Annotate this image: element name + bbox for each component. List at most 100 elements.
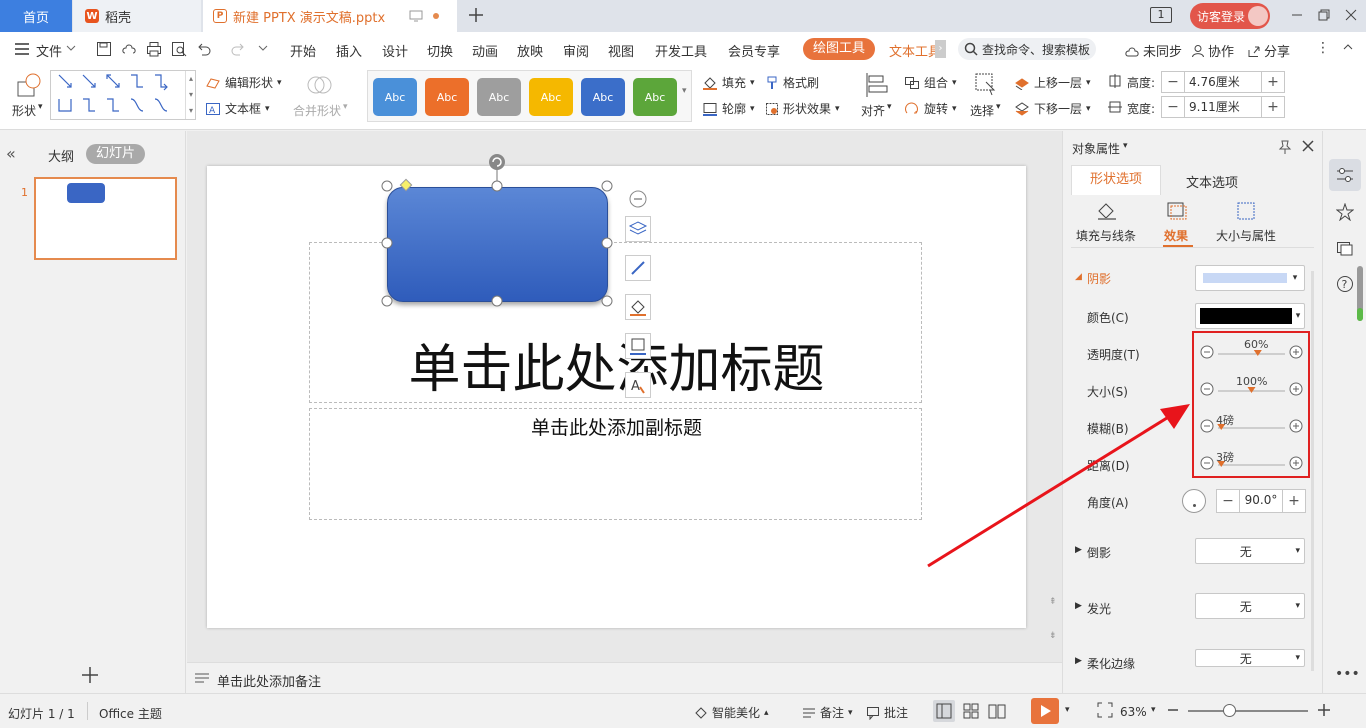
select-label[interactable]: 选择 — [970, 102, 994, 119]
fill-line-icon[interactable] — [1096, 201, 1118, 221]
height-plus-button[interactable]: + — [1262, 74, 1284, 90]
menu-review[interactable]: 审阅 — [563, 41, 589, 60]
menu-text-tools[interactable]: 文本工具 — [889, 41, 941, 60]
fill-quick-button[interactable] — [625, 294, 651, 320]
restore-icon[interactable] — [1317, 8, 1331, 22]
save-icon[interactable] — [96, 41, 112, 57]
shape-dropdown-icon[interactable]: ▾ — [38, 102, 43, 112]
edit-shape-button[interactable]: 编辑形状 ▾ — [205, 74, 282, 91]
redo-icon[interactable] — [230, 41, 246, 57]
chevron-down-icon[interactable] — [66, 42, 76, 54]
panel-title[interactable]: 对象属性 — [1072, 140, 1120, 157]
scroll-right-icon[interactable]: › — [935, 40, 946, 58]
shadow-preset-dropdown[interactable]: ▾ — [1195, 265, 1305, 291]
pin-icon[interactable] — [1278, 139, 1292, 155]
angle-value[interactable]: 90.0° — [1239, 490, 1283, 512]
play-slideshow-button[interactable] — [1031, 698, 1059, 724]
zoom-level[interactable]: 63% — [1120, 705, 1147, 719]
slide-thumbnail[interactable] — [34, 177, 177, 260]
style-swatch-5[interactable]: Abc — [581, 78, 625, 116]
share-button[interactable]: 分享 — [1247, 41, 1290, 60]
zoom-slider-track[interactable] — [1188, 710, 1308, 712]
size-property-icon[interactable] — [1236, 201, 1258, 221]
menu-insert[interactable]: 插入 — [336, 41, 362, 60]
reading-view-button[interactable] — [986, 700, 1008, 722]
page-badge[interactable]: 1 — [1150, 7, 1172, 23]
close-panel-icon[interactable] — [1302, 140, 1314, 152]
subtitle-placeholder[interactable]: 单击此处添加副标题 — [309, 408, 922, 520]
menu-slideshow[interactable]: 放映 — [517, 41, 543, 60]
comments-button[interactable]: 批注 — [866, 704, 908, 721]
zoom-in-icon[interactable] — [1316, 702, 1332, 718]
notes-toggle-button[interactable]: 备注 ▾ — [802, 704, 853, 721]
chevron-down-icon[interactable]: ▾ — [1123, 141, 1128, 151]
menu-file[interactable]: 文件 — [36, 41, 62, 60]
fit-window-icon[interactable] — [1097, 702, 1113, 718]
outline-button[interactable]: 轮廓 ▾ — [702, 100, 755, 117]
notes-placeholder[interactable]: 单击此处添加备注 — [217, 671, 321, 690]
angle-field[interactable]: − 90.0° + — [1216, 489, 1306, 513]
menu-start[interactable]: 开始 — [290, 41, 316, 60]
layers-button[interactable] — [625, 216, 651, 242]
expand-glow-icon[interactable]: ▶ — [1075, 601, 1082, 611]
strip-scrollbar[interactable] — [1357, 266, 1363, 321]
rotate-button[interactable]: 旋转 ▾ — [904, 100, 957, 117]
style-swatch-1[interactable]: Abc — [373, 78, 417, 116]
window-icon[interactable] — [1336, 239, 1354, 257]
more-vertical-icon[interactable]: ⋮ — [1316, 40, 1330, 56]
width-field[interactable]: − 9.11厘米 + — [1161, 96, 1285, 118]
minimize-icon[interactable] — [1290, 8, 1304, 22]
angle-plus-button[interactable]: + — [1283, 493, 1305, 509]
menu-member[interactable]: 会员专享 — [728, 41, 780, 60]
style-swatch-3[interactable]: Abc — [477, 78, 521, 116]
style-gallery-more-icon[interactable]: ▾ — [682, 86, 687, 96]
width-value[interactable]: 9.11厘米 — [1184, 97, 1262, 117]
merge-shape-label[interactable]: 合并形状 — [293, 102, 341, 119]
login-button[interactable]: 访客登录 — [1190, 3, 1270, 29]
collab-button[interactable]: 协作 — [1191, 41, 1234, 60]
expand-soft-edge-icon[interactable]: ▶ — [1075, 656, 1082, 666]
text-effect-quick-button[interactable]: A — [625, 372, 651, 398]
sorter-view-button[interactable] — [960, 700, 982, 722]
properties-button[interactable] — [1329, 159, 1361, 191]
align-label[interactable]: 对齐 — [861, 102, 885, 119]
outline-quick-button[interactable] — [625, 333, 651, 359]
zoom-slider-thumb[interactable] — [1223, 704, 1236, 717]
merge-shape-icon[interactable] — [306, 72, 332, 98]
undo-icon[interactable] — [196, 41, 212, 57]
menu-transition[interactable]: 切换 — [427, 41, 453, 60]
collapse-quickbar-icon[interactable] — [629, 190, 647, 208]
tab-daoke[interactable]: W 稻壳 — [73, 0, 201, 32]
select-icon[interactable] — [974, 72, 998, 98]
width-minus-button[interactable]: − — [1162, 99, 1184, 115]
move-down-button[interactable]: 下移一层 ▾ — [1014, 100, 1091, 117]
print-preview-icon[interactable] — [171, 41, 187, 57]
collapse-ribbon-icon[interactable] — [1342, 41, 1354, 53]
slide[interactable]: 单击此处添加标题 单击此处添加副标题 A — [207, 154, 1026, 628]
tab-outline[interactable]: 大纲 — [48, 146, 74, 165]
title-text[interactable]: 单击此处添加标题 — [310, 327, 923, 402]
tab-document[interactable]: P 新建 PPTX 演示文稿.pptx — [203, 0, 457, 32]
panel-scrollbar[interactable] — [1311, 271, 1314, 671]
width-plus-button[interactable]: + — [1262, 99, 1284, 115]
menu-drawing-tools[interactable]: 绘图工具 — [803, 38, 876, 60]
gallery-scroll[interactable]: ▴ ▾ ▾ — [185, 71, 196, 119]
shadow-heading[interactable]: 阴影 — [1087, 270, 1111, 287]
shape-tool-label[interactable]: 形状 — [12, 102, 36, 119]
notes-bar[interactable]: 单击此处添加备注 — [187, 662, 1062, 693]
tab-text-options[interactable]: 文本选项 — [1186, 172, 1238, 191]
star-icon[interactable] — [1336, 203, 1354, 221]
hamburger-icon[interactable] — [14, 42, 30, 56]
shape-tool-icon[interactable] — [14, 72, 42, 98]
monitor-icon[interactable] — [409, 9, 423, 23]
move-up-button[interactable]: 上移一层 ▾ — [1014, 74, 1091, 91]
soft-edge-heading[interactable]: 柔化边缘 — [1087, 655, 1135, 672]
tab-slides[interactable]: 幻灯片 — [86, 144, 146, 164]
expand-shadow-icon[interactable]: ◢ — [1075, 272, 1082, 282]
add-slide-icon[interactable] — [80, 665, 100, 685]
shadow-color-dropdown[interactable]: ▾ — [1195, 303, 1305, 329]
reflection-dropdown[interactable]: 无 ▾ — [1195, 538, 1305, 564]
normal-view-button[interactable] — [933, 700, 955, 722]
selection-handles[interactable] — [377, 154, 617, 314]
subtab-effect[interactable]: 效果 — [1164, 227, 1188, 244]
